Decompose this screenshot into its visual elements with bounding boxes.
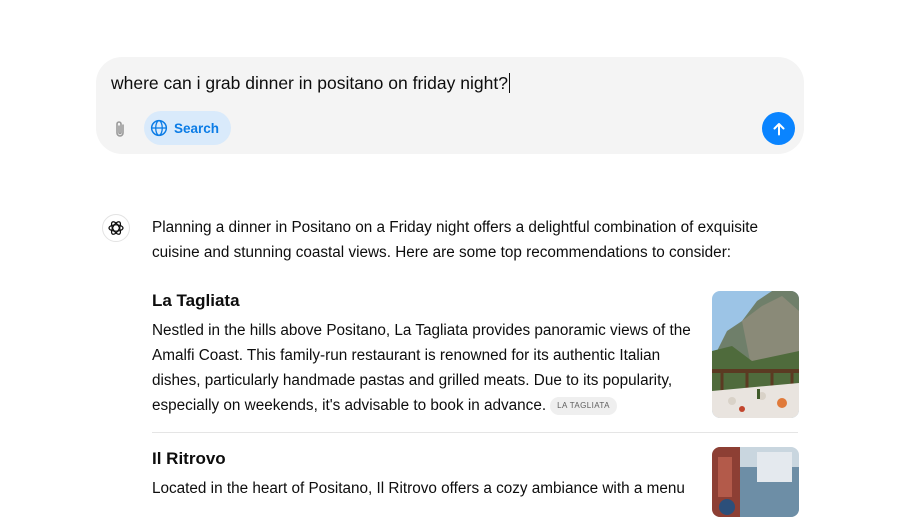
message-composer[interactable]: where can i grab dinner in positano on f… — [96, 57, 804, 154]
search-toggle-button[interactable]: Search — [144, 111, 231, 145]
arrow-up-icon — [773, 122, 784, 135]
place-description: Located in the heart of Positano, Il Rit… — [152, 480, 685, 497]
place-card: La Tagliata Nestled in the hills above P… — [152, 291, 799, 418]
place-title: La Tagliata — [152, 291, 240, 310]
divider — [152, 432, 798, 433]
response-intro: Planning a dinner in Positano on a Frida… — [152, 219, 759, 261]
place-thumbnail[interactable] — [712, 447, 799, 517]
globe-icon — [150, 119, 168, 137]
message-input-text: where can i grab dinner in positano on f… — [111, 73, 508, 93]
assistant-avatar — [102, 214, 130, 242]
message-input[interactable]: where can i grab dinner in positano on f… — [111, 73, 511, 94]
place-title: Il Ritrovo — [152, 449, 226, 468]
place-description: Nestled in the hills above Positano, La … — [152, 318, 697, 418]
place-thumbnail[interactable] — [712, 291, 799, 418]
citation-badge[interactable]: LA TAGLIATA — [550, 397, 617, 415]
text-caret — [508, 73, 511, 93]
search-toggle-label: Search — [173, 120, 219, 136]
paperclip-icon[interactable] — [110, 119, 130, 139]
send-button[interactable] — [762, 112, 795, 145]
place-card: Il Ritrovo Located in the heart of Posit… — [152, 447, 799, 517]
openai-logo-icon — [108, 221, 124, 235]
